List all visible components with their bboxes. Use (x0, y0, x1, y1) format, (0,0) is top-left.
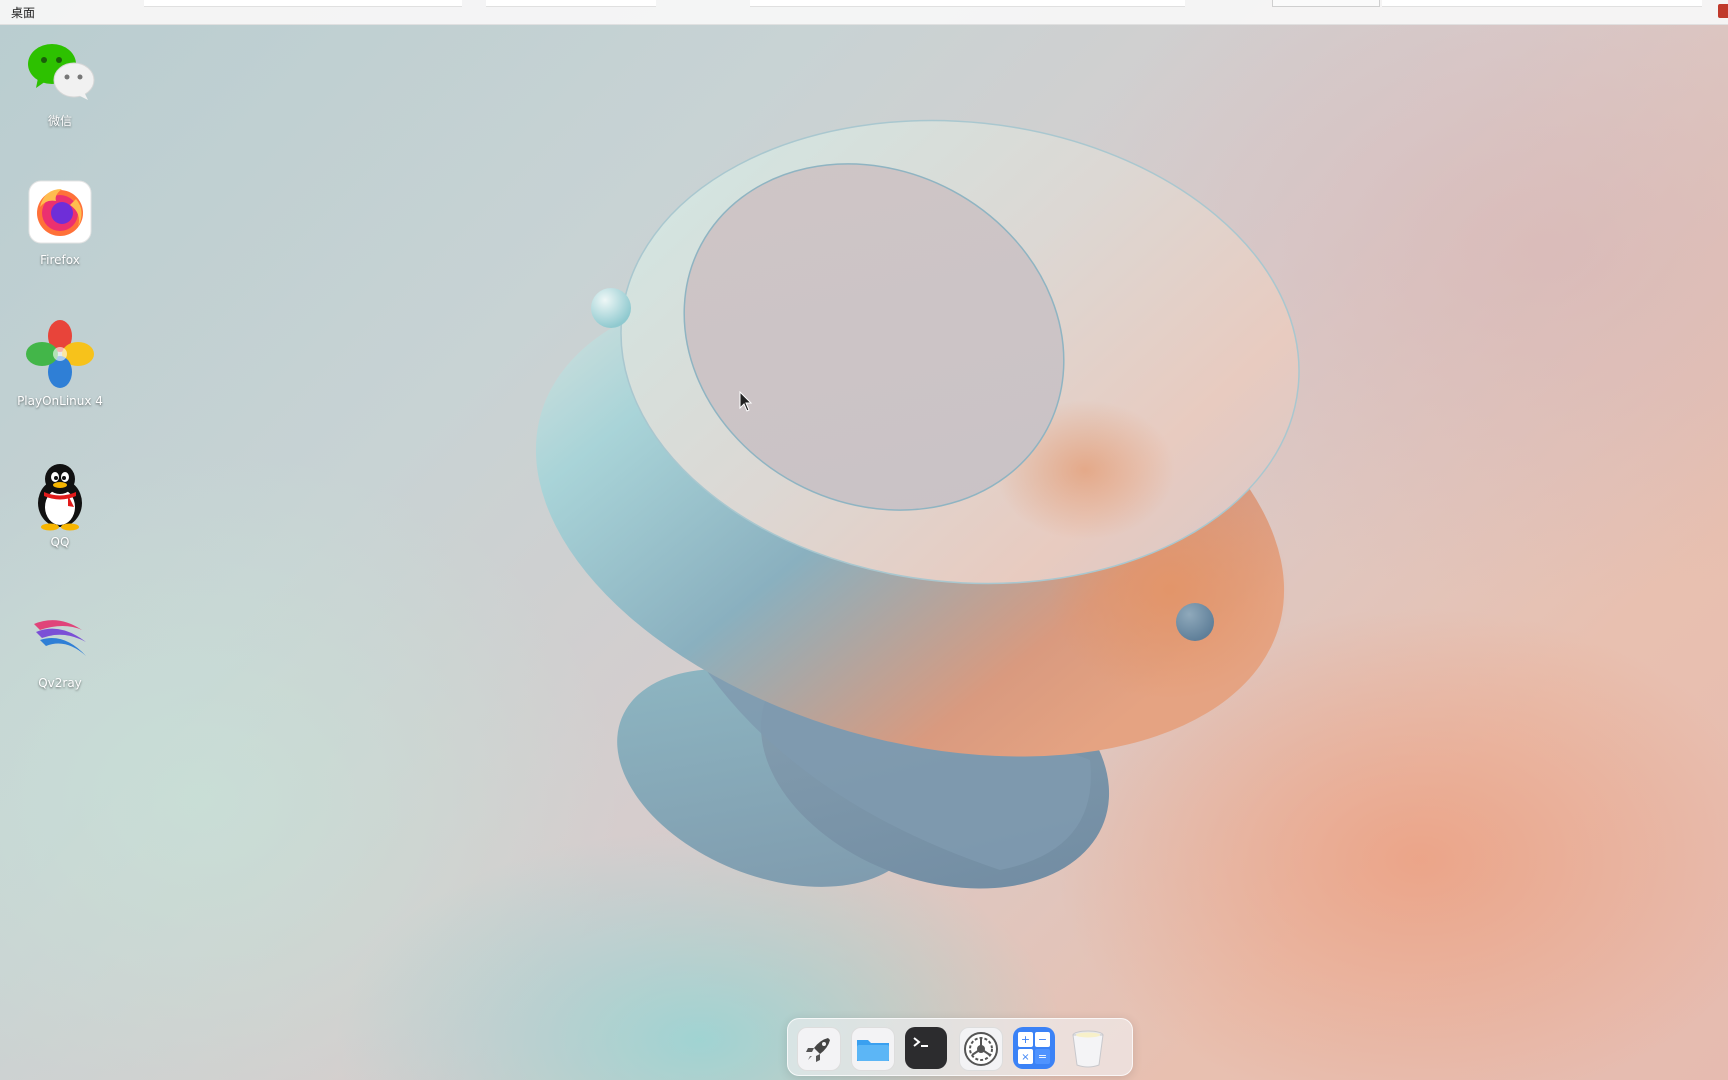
dock: + − × = (787, 1018, 1133, 1076)
launcher-rocket-icon (806, 1038, 830, 1062)
desktop-icon-qv2ray[interactable]: Qv2ray (10, 600, 110, 690)
playonlinux-icon (24, 318, 96, 390)
svg-text:=: = (1038, 1050, 1047, 1063)
panel-window-segment[interactable] (1382, 0, 1702, 7)
desktop-icon-label: Firefox (40, 253, 80, 267)
mouse-cursor-icon (739, 391, 753, 412)
system-settings-gear-icon (964, 1032, 998, 1066)
wallpaper-artwork (535, 119, 1300, 889)
svg-text:−: − (1038, 1033, 1047, 1046)
desktop-icon-label: 微信 (47, 114, 72, 128)
dock-item-terminal[interactable] (905, 1027, 947, 1069)
panel-window-segment[interactable] (144, 0, 462, 7)
wechat-icon (24, 36, 96, 108)
desktop: 桌面 微信 Firefox PlayOnLinux 4 QQ Qv2ray + … (0, 0, 1728, 1080)
panel-window-segment[interactable] (486, 0, 656, 7)
qv2ray-icon (24, 600, 96, 672)
dock-item-file-manager[interactable] (851, 1027, 895, 1071)
qq-penguin-icon (24, 459, 96, 531)
svg-text:×: × (1021, 1052, 1029, 1063)
panel-window-segment[interactable] (1272, 0, 1380, 7)
terminal-icon (913, 1037, 928, 1047)
desktop-icon-playonlinux[interactable]: PlayOnLinux 4 (10, 318, 110, 408)
desktop-icon-label: Qv2ray (38, 676, 82, 690)
trash-icon (1072, 1030, 1104, 1068)
tray-indicator-icon[interactable] (1718, 4, 1728, 18)
dock-item-trash[interactable] (1067, 1027, 1109, 1069)
dock-item-calculator[interactable]: + − × = (1013, 1027, 1055, 1069)
desktop-icon-qq[interactable]: QQ (10, 459, 110, 549)
desktop-icon-label: PlayOnLinux 4 (17, 394, 103, 408)
svg-text:+: + (1021, 1033, 1030, 1046)
firefox-icon (24, 177, 96, 249)
panel-title: 桌面 (11, 6, 36, 20)
top-panel: 桌面 (0, 0, 1728, 25)
panel-window-segment[interactable] (750, 0, 1185, 7)
desktop-icon-firefox[interactable]: Firefox (10, 177, 110, 267)
file-manager-folder-icon (857, 1040, 889, 1061)
calculator-icon: + − × = (1018, 1032, 1050, 1064)
desktop-icon-label: QQ (50, 535, 70, 549)
dock-item-system-settings[interactable] (959, 1027, 1003, 1071)
dock-item-launcher[interactable] (797, 1027, 841, 1071)
desktop-icon-wechat[interactable]: 微信 (10, 36, 110, 129)
